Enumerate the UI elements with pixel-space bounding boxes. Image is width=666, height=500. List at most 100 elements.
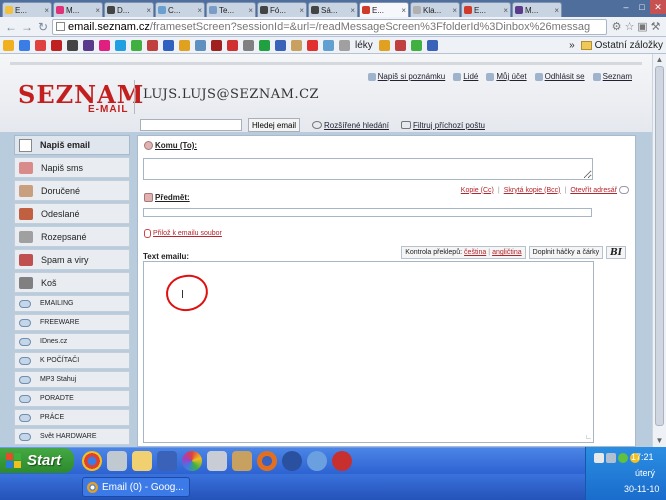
bookmark-favicon-icon[interactable] bbox=[35, 39, 46, 51]
sidebar-item[interactable]: Rozepsané bbox=[14, 226, 130, 247]
header-link[interactable]: Lidé bbox=[453, 72, 478, 81]
tab-close-icon[interactable]: × bbox=[197, 6, 202, 15]
picasa-icon[interactable] bbox=[182, 451, 202, 471]
chrome-icon[interactable] bbox=[82, 451, 102, 471]
drive-icon[interactable] bbox=[107, 451, 127, 471]
sidebar-folder[interactable]: Svět HARDWARE bbox=[14, 428, 130, 445]
volume-icon[interactable] bbox=[606, 453, 616, 463]
formatting-button[interactable]: BI bbox=[606, 246, 626, 259]
bookmark-favicon-icon[interactable] bbox=[99, 39, 110, 51]
security-icon[interactable]: ⚙ bbox=[610, 20, 623, 34]
bookmark-favicon-icon[interactable] bbox=[378, 39, 390, 51]
bookmark-favicon-icon[interactable] bbox=[179, 39, 190, 51]
bookmark-favicon-icon[interactable] bbox=[131, 39, 142, 51]
tab-close-icon[interactable]: × bbox=[503, 6, 508, 15]
sidebar-item[interactable]: Spam a viry bbox=[14, 249, 130, 270]
word-icon[interactable] bbox=[157, 451, 177, 471]
tab-close-icon[interactable]: × bbox=[146, 6, 151, 15]
browser-tab[interactable]: Fó... × bbox=[257, 2, 307, 17]
tab-close-icon[interactable]: × bbox=[44, 6, 49, 15]
bookmark-favicon-icon[interactable] bbox=[163, 39, 174, 51]
browser-tab[interactable]: Sá... × bbox=[308, 2, 358, 17]
header-link[interactable]: Můj účet bbox=[486, 72, 527, 81]
filter-link[interactable]: Filtruj příchozí poštu bbox=[400, 121, 485, 130]
addressbook-link[interactable]: Otevřít adresář bbox=[570, 187, 617, 194]
browser-tab[interactable]: D... × bbox=[104, 2, 154, 17]
forward-icon[interactable]: → bbox=[20, 20, 34, 34]
browser-tab[interactable]: E... × bbox=[2, 2, 52, 17]
advanced-search-link[interactable]: Rozšířené hledání bbox=[312, 121, 389, 130]
bookmark-favicon-icon[interactable] bbox=[259, 39, 270, 51]
tab-close-icon[interactable]: × bbox=[95, 6, 100, 15]
browser-tab[interactable]: E... × bbox=[461, 2, 511, 17]
message-body[interactable]: ∟ bbox=[143, 261, 594, 443]
network-icon[interactable] bbox=[594, 453, 604, 463]
browser-tab[interactable]: M... × bbox=[512, 2, 562, 17]
sidebar-folder[interactable]: PRÁCE bbox=[14, 409, 130, 426]
page-scrollbar[interactable]: ▲ ▼ bbox=[652, 54, 666, 447]
clock-time[interactable]: 17:21 bbox=[631, 452, 654, 462]
bookmark-favicon-icon[interactable] bbox=[3, 39, 14, 51]
sidebar-item[interactable]: Doručené bbox=[14, 180, 130, 201]
bookmark-favicon-icon[interactable] bbox=[339, 39, 350, 51]
scroll-down-icon[interactable]: ▼ bbox=[653, 436, 666, 446]
tab-close-icon[interactable]: × bbox=[452, 6, 457, 15]
firefox-icon[interactable] bbox=[257, 451, 277, 471]
sidebar-folder[interactable]: FREEWARE bbox=[14, 314, 130, 331]
media-player-icon[interactable] bbox=[282, 451, 302, 471]
sidebar-folder[interactable]: K POČÍTAČI bbox=[14, 352, 130, 369]
sidebar-folder[interactable]: EMAILING bbox=[14, 295, 130, 312]
bookmark-favicon-icon[interactable] bbox=[227, 39, 238, 51]
close-icon[interactable]: ✕ bbox=[650, 0, 666, 14]
folder-app-icon[interactable] bbox=[132, 451, 152, 471]
start-button[interactable]: Start bbox=[0, 448, 74, 473]
more-bookmarks-icon[interactable]: » bbox=[569, 40, 575, 51]
address-bar[interactable]: email.seznam.cz/framesetScreen?sessionId… bbox=[52, 18, 607, 35]
header-link[interactable]: Odhlásit se bbox=[534, 72, 585, 81]
tab-close-icon[interactable]: × bbox=[554, 6, 559, 15]
bookmark-leky[interactable]: léky bbox=[355, 40, 373, 51]
sidebar-folder[interactable]: IDnes.cz bbox=[14, 333, 130, 350]
maximize-icon[interactable]: □ bbox=[634, 0, 650, 14]
scroll-thumb[interactable] bbox=[655, 66, 664, 426]
subject-field[interactable] bbox=[143, 208, 592, 217]
scroll-up-icon[interactable]: ▲ bbox=[653, 55, 666, 65]
notepad-icon[interactable] bbox=[207, 451, 227, 471]
browser-red-icon[interactable] bbox=[332, 451, 352, 471]
bookmark-star-icon[interactable]: ☆ bbox=[623, 20, 636, 34]
seznam-logo[interactable]: SEZNAM E-MAIL bbox=[18, 80, 144, 115]
tab-close-icon[interactable]: × bbox=[248, 6, 253, 15]
compose-email-button[interactable]: Napiš email bbox=[14, 135, 130, 155]
bookmark-favicon-icon[interactable] bbox=[19, 39, 30, 51]
tab-close-icon[interactable]: × bbox=[299, 6, 304, 15]
paint-icon[interactable] bbox=[232, 451, 252, 471]
bookmark-favicon-icon[interactable] bbox=[115, 39, 126, 51]
sidebar-item[interactable]: Odeslané bbox=[14, 203, 130, 224]
resize-handle-icon[interactable]: ∟ bbox=[585, 434, 592, 441]
page-menu-icon[interactable]: ▣ bbox=[636, 20, 649, 34]
sidebar-item[interactable]: Napiš sms bbox=[14, 157, 130, 178]
minimize-icon[interactable]: – bbox=[618, 0, 634, 14]
tab-close-icon[interactable]: × bbox=[350, 6, 355, 15]
bookmark-favicon-icon[interactable] bbox=[51, 39, 62, 51]
bookmark-favicon-icon[interactable] bbox=[307, 39, 318, 51]
attach-file-link[interactable]: Přilož k emailu soubor bbox=[153, 230, 222, 237]
chat-icon[interactable] bbox=[618, 453, 628, 463]
sidebar-item[interactable]: Koš bbox=[14, 272, 130, 293]
spellcheck-english[interactable]: angličtina bbox=[492, 249, 522, 256]
taskbar-window-email[interactable]: Email (0) - Goog... bbox=[82, 477, 190, 497]
search-input[interactable] bbox=[140, 119, 242, 131]
bookmark-favicon-icon[interactable] bbox=[195, 39, 206, 51]
bookmark-favicon-icon[interactable] bbox=[426, 39, 438, 51]
bookmark-favicon-icon[interactable] bbox=[147, 39, 158, 51]
add-diacritics-button[interactable]: Doplnit háčky a čárky bbox=[528, 246, 604, 259]
bookmark-favicon-icon[interactable] bbox=[291, 39, 302, 51]
sidebar-folder[interactable]: PORADTE bbox=[14, 390, 130, 407]
bookmark-favicon-icon[interactable] bbox=[323, 39, 334, 51]
reload-icon[interactable]: ↻ bbox=[36, 20, 50, 34]
bookmark-favicon-icon[interactable] bbox=[243, 39, 254, 51]
sidebar-folder[interactable]: MP3 Stahuj bbox=[14, 371, 130, 388]
back-icon[interactable]: ← bbox=[4, 20, 18, 34]
other-bookmarks[interactable]: » Ostatní záložky bbox=[569, 40, 666, 51]
messenger-icon[interactable] bbox=[307, 451, 327, 471]
